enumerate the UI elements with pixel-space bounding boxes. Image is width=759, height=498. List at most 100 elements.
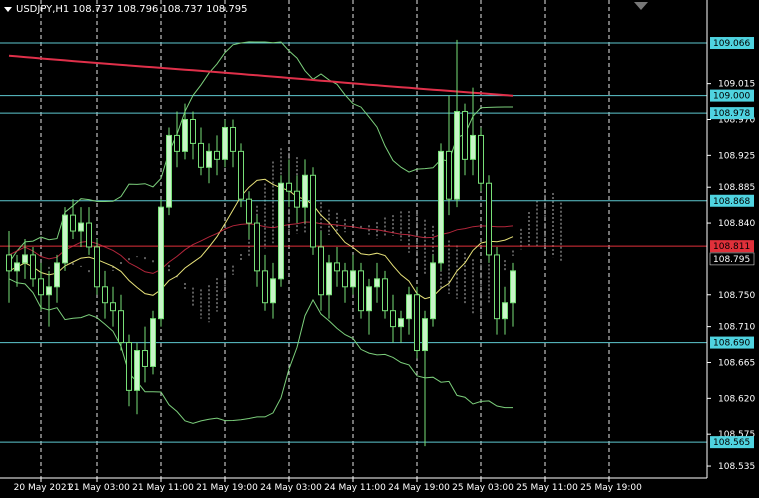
candle[interactable] [198,127,204,176]
candle[interactable] [78,207,84,247]
candle-body [62,214,68,264]
moving-averages [8,54,514,300]
candle[interactable] [246,191,252,239]
y-tick-label: 108.750 [718,291,755,301]
candle[interactable] [94,239,100,295]
candle[interactable] [478,127,484,192]
candle[interactable] [206,143,212,184]
chart-shift-marker-icon[interactable] [634,2,648,10]
candle[interactable] [126,334,132,407]
candle[interactable] [438,143,444,271]
candle-body [246,198,252,224]
candle[interactable] [230,119,236,168]
moving-average-fast-line [8,178,514,300]
candle[interactable] [190,111,196,160]
candle[interactable] [398,310,404,343]
collapse-arrow-icon[interactable] [4,6,12,12]
candle[interactable] [262,254,268,311]
candle-body [46,286,52,296]
candle[interactable] [86,207,92,255]
candle[interactable] [254,215,260,287]
candle[interactable] [118,294,124,351]
candle[interactable] [454,39,460,208]
candle-body [126,342,132,391]
candle[interactable] [110,286,116,327]
candle[interactable] [318,231,324,311]
candle-body [350,270,356,288]
symbol-name: USDJPY,H1 [16,4,70,15]
candle[interactable] [134,342,140,415]
moving-average-mid-line [8,221,514,274]
candle[interactable] [70,199,76,239]
y-tick-label: 108.840 [718,219,755,229]
price-level-label: 108.811 [713,242,750,252]
candle[interactable] [390,294,396,343]
candle[interactable] [382,270,388,319]
candle[interactable] [502,286,508,335]
time-axis: 20 May 202121 May 03:00 21 May 11:00 21 Ma… [0,477,707,493]
candle[interactable] [430,254,436,327]
candle-body [158,206,164,320]
x-tick-label: 21 May 19:00 [196,483,258,493]
candle[interactable] [46,270,52,327]
candle[interactable] [150,310,156,375]
candle-body [254,222,260,272]
candle[interactable] [222,119,228,168]
y-tick-label: 108.885 [718,183,755,193]
candle[interactable] [166,127,172,216]
candle[interactable] [62,207,68,271]
candle[interactable] [142,326,148,383]
candle-body [94,246,100,288]
candle-body [86,222,92,248]
candle[interactable] [358,262,364,319]
candle[interactable] [158,199,164,327]
candle[interactable] [494,246,500,335]
candle-body [38,278,44,296]
candle[interactable] [342,262,348,303]
candle[interactable] [30,246,36,287]
candle[interactable] [174,111,180,168]
candle-body [398,318,404,328]
candle[interactable] [470,87,476,176]
candle[interactable] [462,103,468,176]
candle[interactable] [6,231,12,303]
candlestick-chart[interactable]: 109.015108.970108.925108.885108.840108.7… [0,0,759,498]
candle-body [118,310,124,344]
candle-body [222,126,228,160]
candle[interactable] [334,246,340,287]
candle-body [198,142,204,168]
candle[interactable] [214,135,220,176]
candle[interactable] [374,262,380,303]
candle[interactable] [510,262,516,327]
y-tick-label: 108.710 [718,323,755,333]
candle[interactable] [294,175,300,224]
candle[interactable] [270,262,276,319]
candle[interactable] [310,167,316,255]
candle[interactable] [54,254,60,303]
candle[interactable] [350,254,356,295]
candle-body [310,174,316,248]
price-level-label: 108.868 [713,197,750,207]
candle-body [286,182,292,192]
candle-body [486,182,492,256]
candle-body [470,134,476,160]
candle[interactable] [414,286,420,359]
price-level-label: 108.978 [713,109,750,119]
candle[interactable] [302,159,308,224]
candle-body [190,119,196,144]
candle[interactable] [326,254,332,319]
candle[interactable] [22,239,28,279]
horizontal-levels[interactable] [0,42,707,443]
candle[interactable] [278,175,284,287]
candle[interactable] [422,310,428,447]
candle[interactable] [182,103,188,160]
candles[interactable] [6,39,516,447]
candle[interactable] [366,278,372,335]
candle-body [206,150,212,168]
candle[interactable] [238,143,244,208]
x-tick-label: 25 May 11:00 [516,483,578,493]
candle[interactable] [406,286,412,335]
candle[interactable] [286,159,292,208]
candle[interactable] [486,175,492,263]
candle[interactable] [102,270,108,319]
